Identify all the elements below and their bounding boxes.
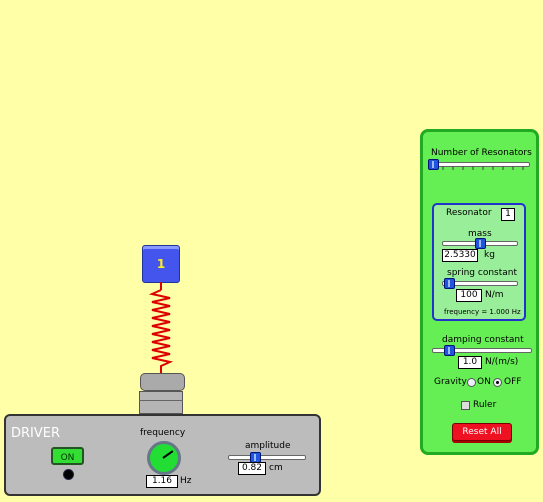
spring-constant-label: spring constant (447, 268, 518, 278)
gravity-off-radio[interactable] (493, 378, 502, 387)
frequency-label: frequency (140, 428, 186, 438)
driver-panel: DRIVER ON frequency 1.16 Hz amplitude 0.… (4, 414, 321, 496)
amplitude-unit: cm (269, 463, 283, 473)
resonator-spring (148, 282, 174, 374)
frequency-dial[interactable] (147, 441, 181, 475)
mass-value-field[interactable]: 2.5330 (442, 249, 478, 262)
number-of-resonators-slider-thumb[interactable] (428, 159, 439, 170)
driver-on-button[interactable]: ON (51, 447, 84, 465)
gravity-off-label: OFF (504, 377, 522, 387)
resonator-settings-box: Resonator 1 mass 2.5330 kg spring consta… (432, 203, 526, 321)
number-of-resonators-label: Number of Resonators (431, 148, 532, 158)
control-panel: Number of Resonators Resonator 1 mass 2.… (420, 129, 539, 455)
resonator-mass[interactable]: 1 (142, 245, 180, 283)
number-of-resonators-ticks (432, 166, 524, 170)
resonator-box-title: Resonator (446, 208, 492, 218)
resonator-number-field[interactable]: 1 (501, 208, 515, 221)
amplitude-value-field[interactable]: 0.82 (238, 462, 266, 475)
frequency-unit: Hz (180, 476, 192, 486)
spring-constant-unit: N/m (485, 290, 504, 300)
frequency-value-field[interactable]: 1.16 (146, 475, 178, 488)
gravity-label: Gravity (434, 377, 467, 387)
driver-piston (139, 373, 185, 415)
resonator-mass-number: 1 (156, 257, 166, 271)
amplitude-label: amplitude (245, 441, 291, 451)
mass-slider-thumb[interactable] (475, 238, 486, 249)
spring-constant-slider-thumb[interactable] (444, 278, 455, 289)
reset-all-button[interactable]: Reset All (452, 423, 512, 441)
damping-constant-label: damping constant (442, 335, 524, 345)
driver-indicator-icon (63, 469, 74, 480)
resonator-frequency-text: frequency = 1.000 Hz (444, 308, 521, 316)
spring-constant-value-field[interactable]: 100 (456, 289, 482, 302)
damping-slider-thumb[interactable] (444, 345, 455, 356)
damping-value-field[interactable]: 1.0 (458, 356, 482, 369)
ruler-label: Ruler (473, 400, 497, 410)
amplitude-slider-track[interactable] (228, 455, 306, 460)
damping-unit: N/(m/s) (485, 357, 519, 367)
mass-unit: kg (484, 250, 495, 260)
gravity-on-radio[interactable] (467, 378, 476, 387)
driver-title: DRIVER (11, 426, 61, 441)
gravity-on-label: ON (477, 377, 491, 387)
ruler-checkbox[interactable] (461, 401, 470, 410)
